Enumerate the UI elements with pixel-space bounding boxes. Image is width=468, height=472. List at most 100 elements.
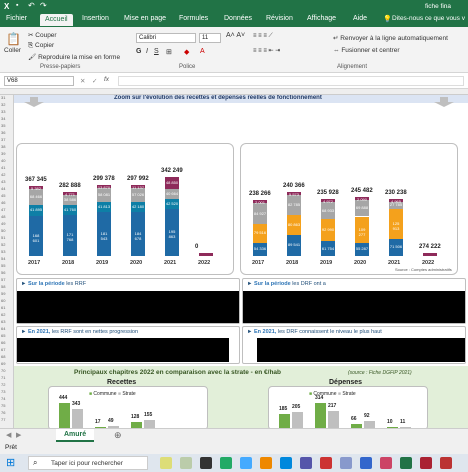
excel-icon[interactable] [400, 457, 412, 469]
format-painter-button[interactable]: 🖌 Reproduire la mise en forme [28, 53, 120, 61]
italic-button[interactable]: I [146, 48, 148, 55]
row-number[interactable]: 64 [1, 326, 5, 331]
align-left-icons[interactable]: ≡ ≡ ≡ ⇤ ⇥ [253, 47, 280, 54]
row-number[interactable]: 44 [1, 186, 5, 191]
row-number[interactable]: 68 [1, 354, 5, 359]
app-icon[interactable] [240, 457, 252, 469]
name-box[interactable]: V68 [4, 76, 74, 86]
copy-button[interactable]: ⎘ Copier [28, 42, 54, 50]
tab-accueil[interactable]: Accueil [40, 14, 73, 26]
font-color-icon[interactable]: A [200, 48, 205, 55]
row-number[interactable]: 75 [1, 403, 5, 408]
rrf-chart[interactable]: 2017 168 601 41 895 68 466 5 382 367 345 2018 1… [16, 143, 234, 275]
font-grow-icon[interactable]: A˄ A˅ [226, 32, 245, 39]
row-number[interactable]: 38 [1, 144, 5, 149]
tell-me-search[interactable]: Dites-nous ce que vous v [392, 15, 465, 22]
row-number[interactable]: 61 [1, 305, 5, 310]
paste-button[interactable]: Coller [4, 47, 21, 54]
enter-icon[interactable]: ✓ [92, 77, 97, 85]
recettes-chart[interactable]: Recettes ■ Commune ■ Strate 444 343 17 49 128… [48, 379, 208, 428]
row-number[interactable]: 65 [1, 333, 5, 338]
row-number[interactable]: 74 [1, 396, 5, 401]
app-icon[interactable] [320, 457, 332, 469]
row-number[interactable]: 77 [1, 417, 5, 422]
row-number[interactable]: 41 [1, 165, 5, 170]
undo-icon[interactable]: ↶ [28, 1, 35, 10]
row-number[interactable]: 52 [1, 242, 5, 247]
app-icon[interactable] [180, 457, 192, 469]
app-icon[interactable] [380, 457, 392, 469]
app-icon[interactable] [160, 457, 172, 469]
app-icon[interactable] [440, 457, 452, 469]
formula-input[interactable] [118, 76, 464, 86]
row-number[interactable]: 55 [1, 263, 5, 268]
row-number[interactable]: 71 [1, 375, 5, 380]
row-number[interactable]: 59 [1, 291, 5, 296]
row-number[interactable]: 39 [1, 151, 5, 156]
font-size-select[interactable]: 11 [199, 33, 221, 43]
app-icon[interactable] [220, 457, 232, 469]
paste-icon[interactable]: 📋 [6, 32, 21, 46]
row-number[interactable]: 37 [1, 137, 5, 142]
row-number[interactable]: 50 [1, 228, 5, 233]
tab-donnees[interactable]: Données [224, 15, 252, 22]
row-number[interactable]: 33 [1, 109, 5, 114]
row-number[interactable]: 56 [1, 270, 5, 275]
app-icon[interactable] [340, 457, 352, 469]
row-number[interactable]: 76 [1, 410, 5, 415]
row-number[interactable]: 35 [1, 123, 5, 128]
sheet-tab-amure[interactable]: Amuré [56, 429, 95, 442]
cancel-icon[interactable]: ✕ [80, 77, 85, 85]
row-number[interactable]: 53 [1, 249, 5, 254]
merge-center-button[interactable]: ⇔ Fusionner et centrer [333, 47, 399, 54]
font-name-select[interactable]: Calibri [136, 33, 196, 43]
tab-revision[interactable]: Révision [266, 15, 293, 22]
app-icon[interactable] [420, 457, 432, 469]
fill-color-icon[interactable]: ◆ [184, 48, 189, 56]
row-number[interactable]: 67 [1, 347, 5, 352]
windows-start-icon[interactable]: ⊞ [6, 456, 15, 469]
row-number[interactable]: 47 [1, 207, 5, 212]
redo-icon[interactable]: ↷ [40, 1, 47, 10]
tab-aide[interactable]: Aide [353, 15, 367, 22]
row-number[interactable]: 51 [1, 235, 5, 240]
app-icon[interactable] [280, 457, 292, 469]
worksheet[interactable]: Zoom sur l'évolution des recettes et dép… [14, 95, 468, 428]
cut-button[interactable]: ✂ Couper [28, 31, 57, 39]
fx-icon[interactable]: fx [104, 76, 109, 83]
row-number[interactable]: 43 [1, 179, 5, 184]
border-icon[interactable]: ⊞ [166, 48, 172, 56]
row-number[interactable]: 73 [1, 389, 5, 394]
row-number[interactable]: 70 [1, 368, 5, 373]
app-icon[interactable] [200, 457, 212, 469]
tab-affichage[interactable]: Affichage [307, 15, 336, 22]
tab-fichier[interactable]: Fichier [6, 15, 27, 22]
tab-insertion[interactable]: Insertion [82, 15, 109, 22]
add-sheet-icon[interactable]: ⊕ [114, 430, 122, 441]
prev-sheet-icon[interactable]: ◀ [6, 431, 11, 439]
row-number[interactable]: 34 [1, 116, 5, 121]
row-number[interactable]: 32 [1, 102, 5, 107]
bold-button[interactable]: G [136, 48, 141, 55]
app-icon[interactable] [260, 457, 272, 469]
row-number[interactable]: 45 [1, 193, 5, 198]
app-icon[interactable] [300, 457, 312, 469]
next-sheet-icon[interactable]: ▶ [16, 431, 21, 439]
row-number[interactable]: 62 [1, 312, 5, 317]
align-top-icons[interactable]: ≡ ≡ ≡ ⟋ [253, 33, 273, 40]
depenses-chart[interactable]: Dépenses ■ Commune ■ Strate 185 205 314 217 6… [268, 379, 428, 428]
row-number[interactable]: 72 [1, 382, 5, 387]
row-number[interactable]: 58 [1, 284, 5, 289]
row-number[interactable]: 57 [1, 277, 5, 282]
row-number[interactable]: 40 [1, 158, 5, 163]
row-number[interactable]: 54 [1, 256, 5, 261]
row-number[interactable]: 63 [1, 319, 5, 324]
row-number[interactable]: 42 [1, 172, 5, 177]
wrap-text-button[interactable]: ↵ Renvoyer à la ligne automatiquement [333, 34, 448, 42]
row-number[interactable]: 48 [1, 214, 5, 219]
row-number[interactable]: 69 [1, 361, 5, 366]
taskbar-search[interactable]: ⌕ Taper ici pour rechercher [28, 456, 148, 470]
row-number[interactable]: 46 [1, 200, 5, 205]
underline-button[interactable]: S [154, 48, 159, 55]
row-number[interactable]: 60 [1, 298, 5, 303]
